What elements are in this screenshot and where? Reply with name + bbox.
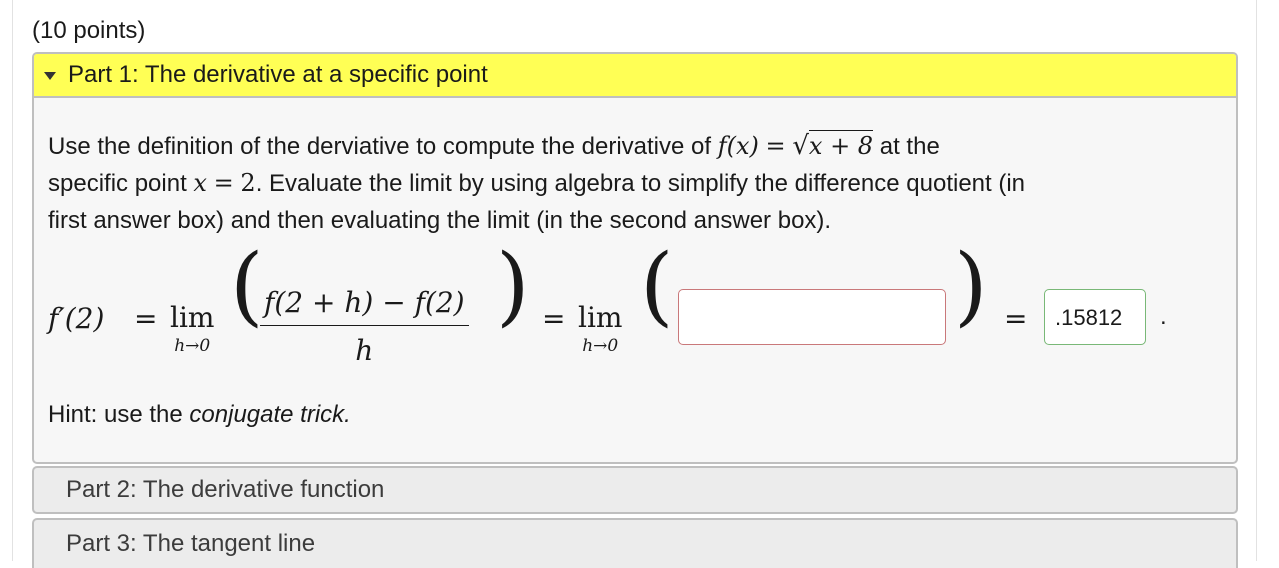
math-eq: = (765, 132, 786, 160)
math-radicand: x + 8 (808, 130, 874, 160)
hint-prefix: Hint: use the (48, 401, 190, 428)
problem-text: Use the definition of the derviative to … (48, 128, 1222, 239)
points-label: (10 points) (32, 17, 146, 44)
part2-header[interactable]: Part 2: The derivative function (32, 466, 1238, 514)
part1-title: Part 1: The derivative at a specific poi… (68, 61, 488, 88)
limit-2: lim h→0 (578, 304, 622, 360)
dq-denominator: h (355, 334, 374, 367)
math-xval: 2 (240, 169, 256, 197)
intro-text-c: specific point (48, 170, 187, 197)
difference-quotient: f(2 + h) − f(2) h (260, 284, 469, 369)
derivative-formula: f′(2) = lim h→0 ( f(2 + h) − f(2) h ) = … (48, 243, 1218, 374)
hint-emphasis: conjugate trick. (189, 401, 351, 428)
paren-open-2: ( (640, 236, 674, 336)
formula-eq-2: = (542, 302, 566, 335)
formula-period: . (1160, 303, 1167, 330)
answer-input-2[interactable]: .15812 (1044, 289, 1146, 345)
paren-close-1: ) (496, 236, 530, 336)
answer-input-1[interactable] (678, 289, 946, 345)
dq-numerator: f(2 + h) − f(2) (260, 284, 469, 326)
paren-open-1: ( (230, 236, 264, 336)
intro-text-d: . Evaluate the limit by using algebra to… (255, 170, 1026, 197)
part1-header[interactable]: Part 1: The derivative at a specific poi… (34, 54, 1236, 98)
part1-body: Use the definition of the derviative to … (34, 98, 1236, 428)
formula-lhs: f′(2) (48, 302, 105, 335)
part2-title: Part 2: The derivative function (66, 476, 385, 503)
paren-close-2: ) (954, 236, 988, 336)
limit-1-lim: lim (170, 301, 215, 334)
intro-text-a: Use the definition of the derviative to … (48, 133, 712, 160)
math-sqrt: √x + 8 (792, 130, 874, 161)
part3-title: Part 3: The tangent line (66, 530, 316, 557)
hint-text: Hint: use the conjugate trick. (48, 396, 351, 433)
limit-2-lim: lim (578, 301, 623, 334)
part1-panel: Part 1: The derivative at a specific poi… (32, 52, 1238, 464)
intro-text-b: at the (879, 133, 940, 160)
formula-eq-1: = (134, 302, 158, 335)
math-xvar: x (193, 169, 207, 197)
formula-eq-3: = (1004, 302, 1028, 335)
triangle-down-icon[interactable] (44, 72, 56, 80)
math-eq-2: = (213, 169, 234, 197)
limit-1-sub: h→0 (174, 336, 211, 356)
intro-text-e: first answer box) and then evaluating th… (48, 207, 832, 234)
limit-1: lim h→0 (170, 304, 214, 360)
math-fx: f(x) (717, 132, 759, 160)
limit-2-sub: h→0 (582, 336, 619, 356)
